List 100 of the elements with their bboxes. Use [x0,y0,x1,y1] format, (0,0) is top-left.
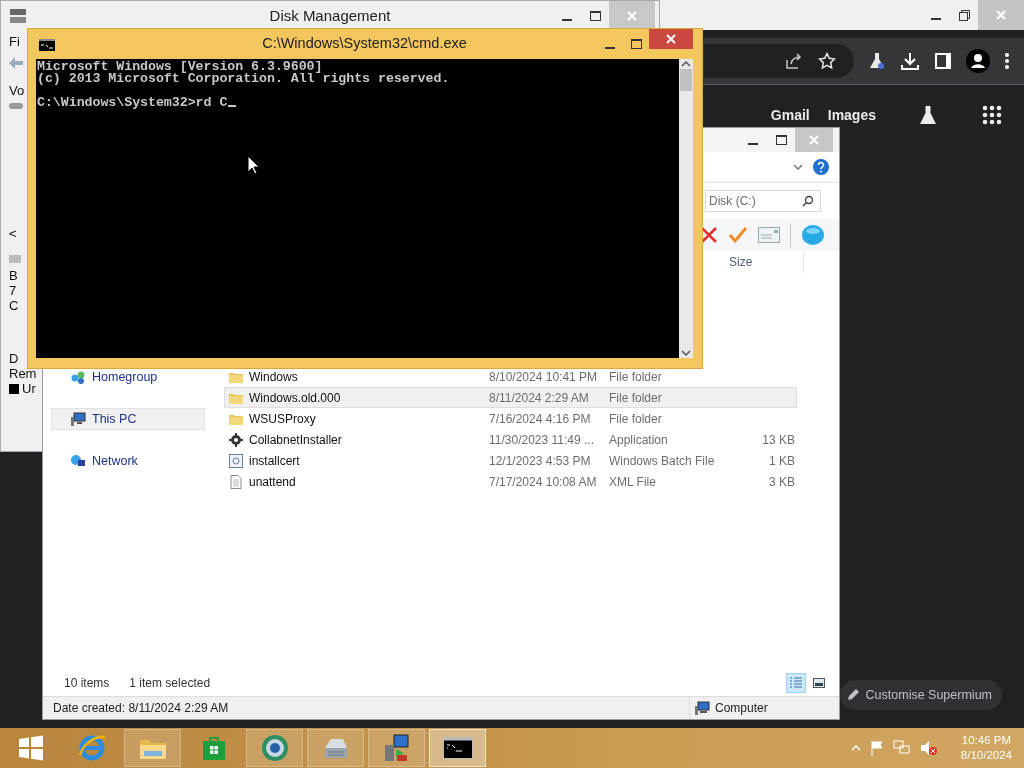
minimize-icon [931,17,941,20]
file-row[interactable]: Windows.old.000 8/11/2024 2:29 AM File folder [224,387,797,408]
close-icon [809,135,819,145]
network-icon [892,740,911,756]
scroll-thumb[interactable] [680,69,692,91]
maximize-icon [589,11,601,21]
nav-label: Network [92,454,138,468]
sphere-icon [801,224,825,246]
details-text: Date created: 8/11/2024 2:29 AM [53,701,229,715]
legend-label: Ur [22,381,36,396]
file-row[interactable]: Windows 8/10/2024 10:41 PM File folder [224,366,797,387]
volume-icon [9,102,23,110]
chevron-up-icon [850,745,861,751]
clock-date: 8/10/2024 [960,748,1012,763]
file-row[interactable]: installcert 12/1/2023 4:53 PM Windows Batch File 1 KB [224,450,797,471]
nav-item[interactable]: This PC [51,408,205,430]
window-title: Disk Management [269,7,391,24]
address-bar[interactable] [704,44,854,78]
legend-swatch-icon [9,383,19,394]
computer-icon [70,411,86,427]
menu-item[interactable]: Fi [9,34,20,49]
star-icon [818,52,836,70]
document-icon [228,473,244,490]
disk-label: C [9,298,19,313]
apps-grid-icon [982,105,1002,125]
homegroup-icon [70,369,86,385]
scroll-up-icon [681,59,691,69]
file-type: File folder [609,411,663,426]
text-cursor [228,105,237,107]
disk-label: B [9,268,18,283]
help-icon [813,159,829,175]
disk-label: Rem [9,366,37,381]
file-row[interactable]: CollabnetInstaller 11/30/2023 11:49 ... Application 13 KB [224,429,797,450]
maximize-icon [630,39,642,49]
scroll-left-button[interactable]: < [9,226,17,241]
details-view-icon [789,676,803,690]
close-icon [996,10,1006,20]
nav-item[interactable]: Network [51,450,205,472]
file-name: installcert [249,453,300,468]
file-row[interactable]: WSUSProxy 7/16/2024 4:16 PM File folder [224,408,797,429]
column-header: Vo [9,83,25,98]
disk-label: 7 [9,283,17,298]
disk-label: D [9,351,19,366]
share-icon [784,52,802,70]
batch-file-icon [228,452,244,469]
file-row[interactable]: unattend 7/17/2024 10:08 AM XML File 3 KB [224,471,797,492]
card-icon [758,227,780,243]
side-panel-icon [934,52,952,70]
chevron-down-icon [793,164,803,170]
globe-icon [259,733,290,763]
file-type: File folder [609,369,663,384]
maximize-icon [775,135,787,145]
large-icons-view-icon [812,676,826,690]
console-output: Microsoft Windows [Version 6.3.9600] [37,61,324,73]
file-name: Windows [249,369,298,384]
gear-icon [228,431,244,448]
flask-icon [868,52,886,70]
file-date: 12/1/2023 4:53 PM [489,453,592,468]
file-date: 8/10/2024 10:41 PM [489,369,599,384]
flag-icon [869,740,884,756]
file-date: 7/17/2024 10:08 AM [489,474,598,489]
file-type: Windows Batch File [609,453,716,468]
minimize-icon [748,142,758,145]
computer-icon [694,700,710,716]
restore-icon [958,9,970,21]
menu-icon [1004,52,1010,70]
customise-button[interactable]: Customise Supermium [839,680,1002,710]
search-icon [802,195,814,207]
download-icon [900,51,920,71]
nav-item[interactable]: Homegroup [51,366,205,388]
file-name: CollabnetInstaller [249,432,342,447]
file-type: Application [609,432,669,447]
close-icon [627,11,637,21]
window-title: C:\Windows\System32\cmd.exe [262,35,467,51]
file-name: unattend [249,474,296,489]
command-prompt: C:\Windows\System32>rd C [37,95,228,110]
header-link[interactable]: Gmail [768,107,812,123]
location-label: Computer [715,701,768,715]
file-date: 8/11/2024 2:29 AM [489,390,590,405]
selection-count: 1 item selected [129,676,211,690]
file-date: 7/16/2024 4:16 PM [489,411,592,426]
close-button[interactable] [649,29,693,49]
checkmark-icon [728,226,748,244]
file-type: XML File [609,474,657,489]
taskbar-button[interactable] [429,729,486,767]
column-header[interactable]: Size [728,251,804,274]
search-field[interactable]: Disk (C:) [705,190,821,212]
file-date: 11/30/2023 11:49 ... [489,432,595,447]
header-link[interactable]: Images [825,107,878,123]
item-count: 10 items [64,676,110,690]
nav-label: This PC [92,412,137,426]
file-size: 1 KB [768,453,795,468]
network-icon [70,453,86,469]
file-name: WSUSProxy [249,411,316,426]
nav-label: Homegroup [92,370,158,384]
scrollbar[interactable] [679,59,693,358]
file-name: Windows.old.000 [249,390,341,405]
pencil-icon [845,688,860,702]
scroll-down-icon [681,348,691,358]
minimize-icon [562,18,572,21]
